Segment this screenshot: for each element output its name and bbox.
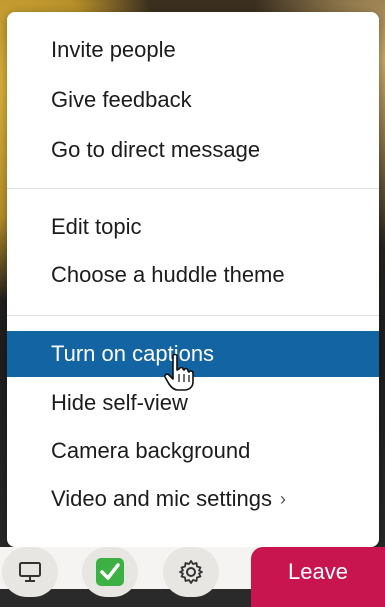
menu-item-give-feedback[interactable]: Give feedback (7, 77, 379, 123)
menu-item-label: Video and mic settings (51, 486, 272, 511)
menu-divider (7, 315, 379, 316)
huddle-toolbar: Leave (0, 547, 385, 607)
gear-icon (179, 560, 203, 584)
huddle-more-menu: Invite people Give feedback Go to direct… (7, 12, 379, 547)
menu-item-camera-background[interactable]: Camera background (7, 428, 379, 474)
leave-button-label: Leave (288, 559, 348, 584)
hand-pointer-cursor-icon (164, 353, 194, 391)
leave-button[interactable]: Leave (251, 547, 385, 607)
checkmark-emoji-icon (96, 558, 124, 586)
menu-item-video-and-mic-settings[interactable]: Video and mic settings › (7, 476, 379, 522)
share-screen-button[interactable] (2, 547, 58, 597)
menu-divider (7, 188, 379, 189)
menu-item-go-to-direct-message[interactable]: Go to direct message (7, 127, 379, 173)
menu-item-edit-topic[interactable]: Edit topic (7, 204, 379, 250)
chevron-right-icon: › (279, 488, 286, 509)
reaction-button[interactable] (82, 547, 138, 597)
monitor-icon (19, 562, 41, 582)
menu-item-choose-huddle-theme[interactable]: Choose a huddle theme (7, 252, 379, 298)
menu-item-invite-people[interactable]: Invite people (7, 27, 379, 73)
settings-button[interactable] (163, 547, 219, 597)
